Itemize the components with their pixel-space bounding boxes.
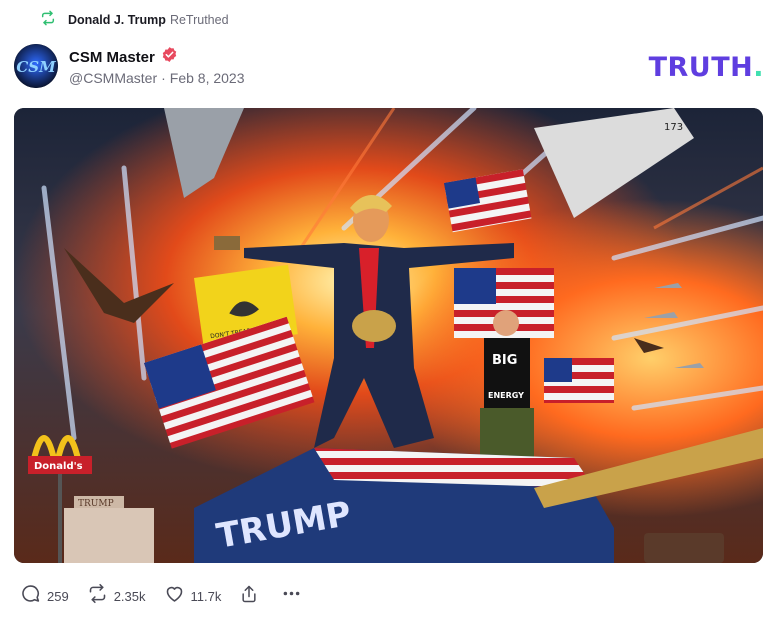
reply-count: 259 (47, 588, 69, 604)
more-icon (281, 583, 302, 609)
truth-social-logo: TRUTH. (649, 52, 764, 83)
retruth-count: 2.35k (113, 588, 146, 604)
like-count: 11.7k (190, 588, 222, 604)
avatar[interactable]: CSM (14, 44, 58, 88)
share-icon (239, 584, 259, 609)
share-button[interactable] (239, 584, 259, 609)
brand-word: TRUTH (648, 52, 754, 83)
retruth-action-icon (87, 583, 108, 609)
white-house-sign: TRUMP (78, 499, 114, 509)
shirt-text-energy: ENERGY (488, 391, 524, 400)
retruth-header: Donald J. Trump ReTruthed (40, 10, 229, 30)
heart-icon (164, 583, 185, 609)
retruth-button[interactable]: 2.35k (87, 583, 146, 609)
post-actions: 259 2.35k 11.7k (20, 583, 320, 609)
author-handle[interactable]: @CSMMaster (69, 70, 157, 86)
jet-number: 173 (664, 122, 683, 133)
avatar-monogram: CSM (16, 58, 56, 76)
post-date[interactable]: Feb 8, 2023 (170, 70, 245, 86)
donalds-sign: Donald's (34, 461, 83, 472)
author-display-name[interactable]: CSM Master (69, 49, 155, 66)
post-image[interactable]: 173 DON'T TREAD ON ME (14, 108, 763, 563)
reply-button[interactable]: 259 (20, 583, 69, 609)
more-button[interactable] (281, 583, 302, 609)
verified-badge-icon (155, 46, 178, 68)
retruth-label: ReTruthed (169, 13, 229, 27)
shirt-text-big: BIG (492, 353, 517, 368)
retruth-user-name[interactable]: Donald J. Trump (68, 13, 166, 27)
reply-icon (20, 583, 41, 609)
meta-separator: · (161, 70, 166, 86)
retruth-icon (40, 10, 68, 31)
brand-dot: . (753, 52, 764, 83)
post-author: CSM CSM Master @CSMMaster · Feb 8, 2023 (14, 44, 245, 88)
like-button[interactable]: 11.7k (164, 583, 222, 609)
